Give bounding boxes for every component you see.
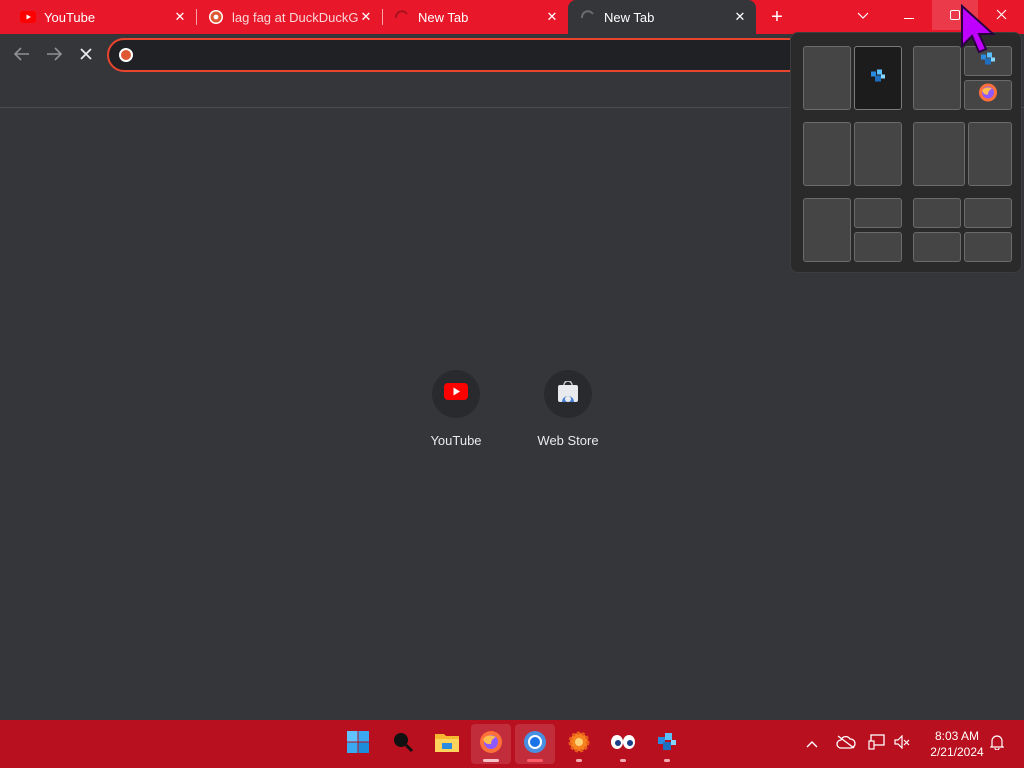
back-button[interactable] xyxy=(9,42,35,68)
shortcut-label: YouTube xyxy=(430,433,482,448)
snap-zone[interactable] xyxy=(913,232,961,262)
address-input[interactable] xyxy=(143,46,783,64)
address-bar[interactable] xyxy=(107,38,807,72)
tab-title: YouTube xyxy=(44,9,96,25)
loading-icon xyxy=(394,9,410,25)
running-indicator xyxy=(576,759,582,762)
snap-zone[interactable] xyxy=(854,46,902,110)
tab-title: New Tab xyxy=(418,9,469,25)
tab-duckduckgo[interactable]: lag fag at DuckDuckGo ✕ xyxy=(196,0,382,34)
minimize-icon xyxy=(904,8,914,23)
eyes-app-icon xyxy=(610,734,636,755)
running-indicator xyxy=(620,759,626,762)
taskbar: 8:03 AM 2/21/2024 xyxy=(0,720,1024,768)
settings-gear-icon xyxy=(567,730,591,759)
snap-zone[interactable] xyxy=(854,122,902,186)
snap-zone[interactable] xyxy=(803,198,851,262)
cube-app-taskbar-button[interactable] xyxy=(647,724,687,764)
duckduckgo-icon xyxy=(208,9,224,25)
chevron-up-icon xyxy=(806,735,818,753)
loading-icon xyxy=(580,9,596,25)
mouse-cursor-icon xyxy=(960,3,996,61)
snap-zone[interactable] xyxy=(803,122,851,186)
snap-zone[interactable] xyxy=(913,46,961,110)
close-icon xyxy=(996,8,1007,23)
search-icon xyxy=(391,730,415,759)
arrow-right-icon xyxy=(46,45,63,66)
firefox-icon xyxy=(479,730,503,759)
active-indicator xyxy=(527,759,543,762)
minimize-button[interactable] xyxy=(886,0,932,30)
cube-app-icon xyxy=(655,730,679,759)
start-icon xyxy=(346,730,370,759)
bell-icon xyxy=(989,734,1005,755)
chrome-taskbar-button[interactable] xyxy=(515,724,555,764)
web-store-icon xyxy=(556,379,580,408)
clock-time: 8:03 AM xyxy=(934,729,980,743)
maximize-icon xyxy=(950,8,960,23)
tab-new-tab-1[interactable]: New Tab ✕ xyxy=(382,0,568,34)
show-hidden-icons-button[interactable] xyxy=(800,720,824,768)
shortcut-web-store[interactable]: Web Store xyxy=(523,370,613,448)
firefox-taskbar-button[interactable] xyxy=(471,724,511,764)
new-tab-button[interactable]: + xyxy=(764,5,790,29)
snap-zone[interactable] xyxy=(964,80,1012,110)
chevron-down-icon xyxy=(857,8,869,23)
file-explorer-button[interactable] xyxy=(427,724,467,764)
cube-app-icon xyxy=(869,67,887,90)
close-icon[interactable]: ✕ xyxy=(358,9,374,25)
shortcut-tile xyxy=(432,370,480,418)
shortcut-youtube[interactable]: YouTube xyxy=(411,370,501,448)
tab-strip: YouTube ✕ lag fag at DuckDuckGo ✕ New Ta… xyxy=(0,0,1024,34)
snap-zone[interactable] xyxy=(854,232,902,262)
snap-zone[interactable] xyxy=(964,198,1012,228)
forward-button[interactable] xyxy=(41,42,67,68)
start-button[interactable] xyxy=(338,724,378,764)
snap-zone[interactable] xyxy=(854,198,902,228)
settings-taskbar-button[interactable] xyxy=(559,724,599,764)
snap-zone[interactable] xyxy=(913,198,961,228)
tab-new-tab-active[interactable]: New Tab ✕ xyxy=(568,0,756,34)
tab-title: lag fag at DuckDuckGo xyxy=(232,9,358,25)
firefox-icon xyxy=(978,83,998,108)
snap-zone[interactable] xyxy=(913,122,965,186)
shortcut-tile xyxy=(544,370,592,418)
volume-muted-icon xyxy=(894,734,910,754)
eyes-app-taskbar-button[interactable] xyxy=(603,724,643,764)
search-button[interactable] xyxy=(383,724,423,764)
clock[interactable]: 8:03 AM 2/21/2024 xyxy=(920,728,994,760)
shortcut-label: Web Store xyxy=(537,433,599,448)
clock-date: 2/21/2024 xyxy=(930,745,984,759)
duckduckgo-icon xyxy=(119,48,133,62)
close-icon[interactable]: ✕ xyxy=(172,9,188,25)
snap-layouts-flyout xyxy=(790,32,1022,273)
cloud-offline-icon xyxy=(836,734,856,754)
snap-zone[interactable] xyxy=(964,232,1012,262)
close-icon[interactable]: ✕ xyxy=(544,9,560,25)
arrow-left-icon xyxy=(13,45,30,66)
youtube-icon xyxy=(444,383,468,405)
snap-zone[interactable] xyxy=(803,46,851,110)
close-icon[interactable]: ✕ xyxy=(732,9,748,25)
snap-zone[interactable] xyxy=(968,122,1012,186)
volume-button[interactable] xyxy=(890,720,914,768)
onedrive-button[interactable] xyxy=(832,720,860,768)
notifications-button[interactable] xyxy=(984,720,1010,768)
tab-title: New Tab xyxy=(604,9,655,25)
running-indicator xyxy=(483,759,499,762)
chrome-icon xyxy=(523,730,547,759)
stop-x-icon xyxy=(79,45,93,66)
file-explorer-icon xyxy=(434,731,460,758)
running-indicator xyxy=(664,759,670,762)
network-icon xyxy=(868,733,886,755)
youtube-icon xyxy=(20,9,36,25)
network-button[interactable] xyxy=(864,720,890,768)
tab-youtube[interactable]: YouTube ✕ xyxy=(0,0,196,34)
stop-loading-button[interactable] xyxy=(73,42,99,68)
tab-search-button[interactable] xyxy=(840,0,886,30)
